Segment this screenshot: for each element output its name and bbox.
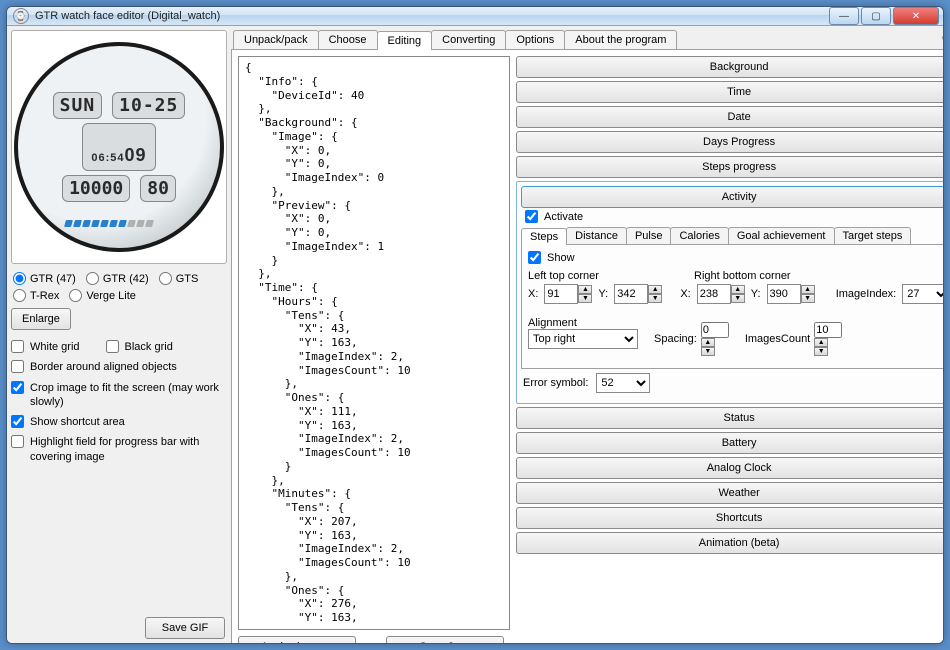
radio-gts[interactable]: GTS bbox=[159, 272, 199, 285]
check-activate[interactable]: Activate bbox=[525, 210, 944, 223]
tab-unpack[interactable]: Unpack/pack bbox=[233, 30, 319, 49]
prop-date[interactable]: Date bbox=[516, 106, 944, 128]
select-imageindex[interactable]: 27 bbox=[902, 284, 944, 304]
watch-time: 06:5409 bbox=[82, 123, 155, 171]
label-spacing: Spacing: bbox=[654, 333, 697, 345]
apply-changes-button[interactable]: Apply changes bbox=[238, 636, 356, 644]
save-png-button[interactable]: Save PNG bbox=[145, 643, 225, 644]
preview-frame: SUN 10-25 06:5409 10000 80 bbox=[11, 30, 227, 264]
activity-subtabs: Steps Distance Pulse Calories Goal achie… bbox=[521, 227, 944, 245]
prop-analog-clock[interactable]: Analog Clock bbox=[516, 457, 944, 479]
model-radio-group: GTR (47) GTR (42) GTS T-Rex Verge Lite bbox=[11, 272, 227, 302]
enlarge-button[interactable]: Enlarge bbox=[11, 308, 71, 330]
radio-gtr42[interactable]: GTR (42) bbox=[86, 272, 149, 285]
subtab-distance[interactable]: Distance bbox=[566, 227, 627, 244]
watch-progress-arc bbox=[64, 218, 174, 230]
spinner-x2[interactable]: ▲▼ bbox=[731, 285, 745, 303]
check-white-grid[interactable]: White grid bbox=[11, 340, 80, 354]
titlebar: ⌚ GTR watch face editor (Digital_watch) … bbox=[7, 7, 943, 26]
save-gif-button[interactable]: Save GIF bbox=[145, 617, 225, 639]
prop-status[interactable]: Status bbox=[516, 407, 944, 429]
subtab-steps[interactable]: Steps bbox=[521, 228, 567, 245]
tab-about[interactable]: About the program bbox=[564, 30, 677, 49]
window-title: GTR watch face editor (Digital_watch) bbox=[35, 10, 829, 22]
label-error-symbol: Error symbol: bbox=[523, 377, 588, 389]
label-alignment: Alignment bbox=[528, 317, 638, 329]
subtab-pulse[interactable]: Pulse bbox=[626, 227, 672, 244]
prop-time[interactable]: Time bbox=[516, 81, 944, 103]
watch-weekday: SUN bbox=[53, 92, 103, 119]
subtab-target[interactable]: Target steps bbox=[834, 227, 912, 244]
input-x1[interactable] bbox=[544, 284, 578, 304]
subtab-calories[interactable]: Calories bbox=[670, 227, 728, 244]
input-y2[interactable] bbox=[767, 284, 801, 304]
minimize-button[interactable]: — bbox=[829, 7, 859, 25]
spinner-imagescount[interactable]: ▲▼ bbox=[814, 338, 842, 356]
close-button[interactable]: ✕ bbox=[893, 7, 939, 25]
watch-date: 10-25 bbox=[112, 92, 185, 119]
watch-preview: SUN 10-25 06:5409 10000 80 bbox=[14, 42, 224, 252]
prop-shortcuts[interactable]: Shortcuts bbox=[516, 507, 944, 529]
radio-trex[interactable]: T-Rex bbox=[13, 289, 59, 302]
input-x2[interactable] bbox=[697, 284, 731, 304]
check-highlight[interactable]: Highlight field for progress bar with co… bbox=[11, 435, 227, 464]
label-imageindex: ImageIndex: bbox=[836, 288, 897, 300]
check-crop[interactable]: Crop image to fit the screen (may work s… bbox=[11, 381, 227, 410]
watch-steps: 10000 bbox=[62, 175, 130, 202]
tab-options[interactable]: Options bbox=[505, 30, 565, 49]
check-border-aligned[interactable]: Border around aligned objects bbox=[11, 360, 227, 374]
prop-battery[interactable]: Battery bbox=[516, 432, 944, 454]
app-icon: ⌚ bbox=[13, 8, 29, 24]
prop-animation[interactable]: Animation (beta) bbox=[516, 532, 944, 554]
prop-weather[interactable]: Weather bbox=[516, 482, 944, 504]
select-error-symbol[interactable]: 52 bbox=[596, 373, 650, 393]
version-label: v 8.5 bbox=[942, 34, 944, 45]
label-imagescount: ImagesCount bbox=[745, 333, 810, 345]
maximize-button[interactable]: ▢ bbox=[861, 7, 891, 25]
spinner-spacing[interactable]: ▲▼ bbox=[701, 338, 729, 356]
radio-gtr47[interactable]: GTR (47) bbox=[13, 272, 76, 285]
json-editor[interactable]: { "Info": { "DeviceId": 40 }, "Backgroun… bbox=[238, 56, 510, 630]
prop-activity[interactable]: Activity bbox=[521, 186, 944, 208]
input-imagescount[interactable] bbox=[814, 322, 842, 338]
activity-group: Activity Activate Steps Distance Pulse C… bbox=[516, 181, 944, 404]
label-right-bottom: Right bottom corner bbox=[694, 270, 791, 282]
spinner-x1[interactable]: ▲▼ bbox=[578, 285, 592, 303]
tab-converting[interactable]: Converting bbox=[431, 30, 506, 49]
check-black-grid[interactable]: Black grid bbox=[106, 340, 173, 354]
main-tabstrip: Unpack/pack Choose Editing Converting Op… bbox=[231, 30, 944, 50]
input-y1[interactable] bbox=[614, 284, 648, 304]
spinner-y1[interactable]: ▲▼ bbox=[648, 285, 662, 303]
prop-days-progress[interactable]: Days Progress bbox=[516, 131, 944, 153]
input-spacing[interactable] bbox=[701, 322, 729, 338]
check-show[interactable]: Show bbox=[528, 251, 944, 264]
radio-verge[interactable]: Verge Lite bbox=[69, 289, 136, 302]
save-json-button[interactable]: Save Json bbox=[386, 636, 504, 644]
label-left-top: Left top corner bbox=[528, 270, 678, 282]
tab-choose[interactable]: Choose bbox=[318, 30, 378, 49]
watch-bpm: 80 bbox=[140, 175, 176, 202]
select-alignment[interactable]: Top right bbox=[528, 329, 638, 349]
tab-editing[interactable]: Editing bbox=[377, 31, 433, 50]
spinner-y2[interactable]: ▲▼ bbox=[801, 285, 815, 303]
prop-steps-progress[interactable]: Steps progress bbox=[516, 156, 944, 178]
subtab-goal[interactable]: Goal achievement bbox=[728, 227, 835, 244]
check-shortcut[interactable]: Show shortcut area bbox=[11, 415, 227, 429]
prop-background[interactable]: Background bbox=[516, 56, 944, 78]
